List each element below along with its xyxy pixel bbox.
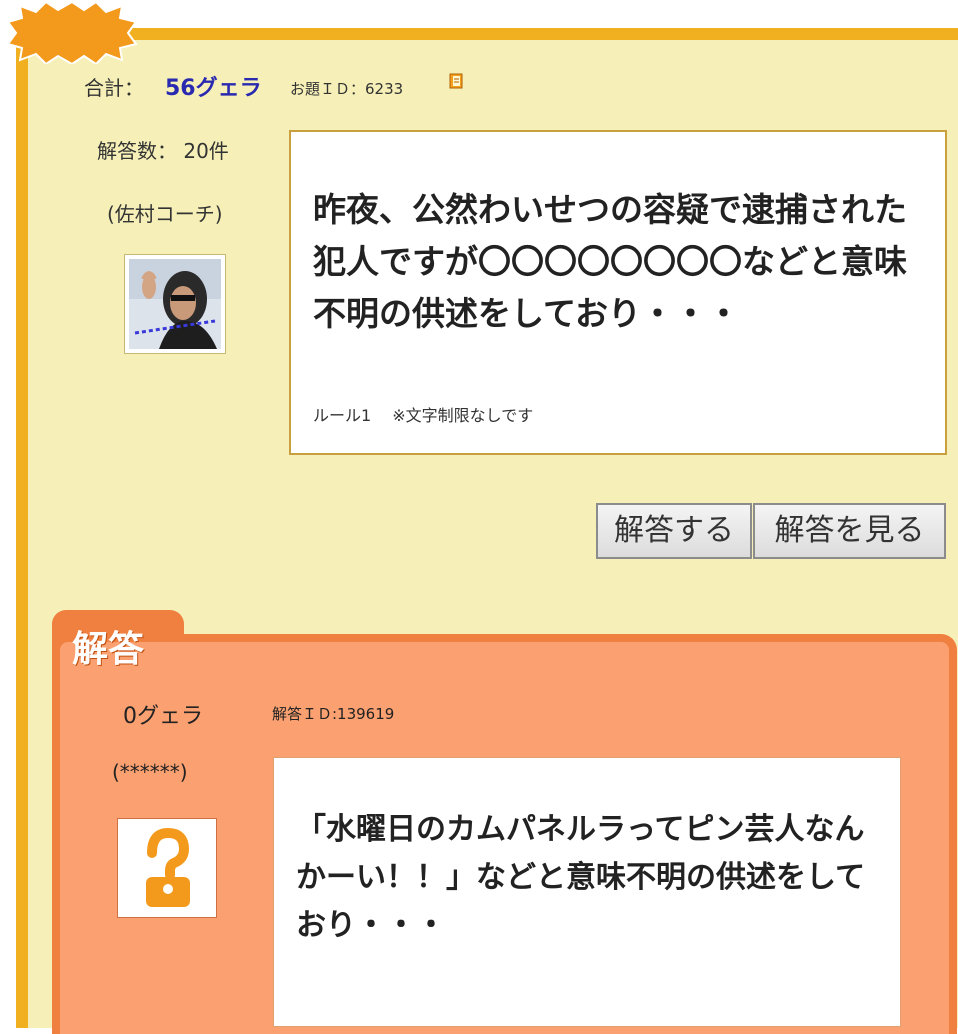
answer-badge-label: 解答: [72, 629, 145, 670]
rule-text: ルール1 ※文字制限なしです: [313, 406, 534, 425]
burst-shape: [6, 2, 138, 64]
view-answers-button[interactable]: 解答を見る: [753, 503, 946, 559]
odai-author[interactable]: (佐村コーチ): [107, 198, 223, 227]
answer-author: (******): [112, 760, 188, 784]
answer-button[interactable]: 解答する: [596, 503, 752, 559]
question-mark-person-icon: [146, 827, 190, 907]
anon-avatar: [117, 818, 217, 918]
odai-id: お題ＩＤ：6233: [290, 80, 404, 98]
book-icon[interactable]: [449, 73, 463, 89]
total-points: 56グェラ: [165, 76, 262, 101]
coach-avatar[interactable]: [124, 254, 226, 354]
answer-box: 「水曜日のカムパネルラってピン芸人なんかーい！！」などと意味不明の供述をしており…: [273, 757, 901, 1027]
answer-count: 解答数： 20件: [97, 139, 229, 163]
question-text: 昨夜、公然わいせつの容疑で逮捕された犯人ですが〇〇〇〇〇〇〇〇などと意味不明の供…: [313, 190, 907, 333]
answer-id: 解答ＩＤ:139619: [272, 705, 395, 723]
answer-points: 0グェラ: [123, 704, 203, 729]
answer-text: 「水曜日のカムパネルラってピン芸人なんかーい！！」などと意味不明の供述をしており…: [296, 812, 866, 943]
user-photo: [129, 259, 221, 349]
odai-badge: [6, 2, 138, 64]
question-box: 昨夜、公然わいせつの容疑で逮捕された犯人ですが〇〇〇〇〇〇〇〇などと意味不明の供…: [289, 130, 947, 455]
total-label: 合計：: [84, 76, 144, 100]
